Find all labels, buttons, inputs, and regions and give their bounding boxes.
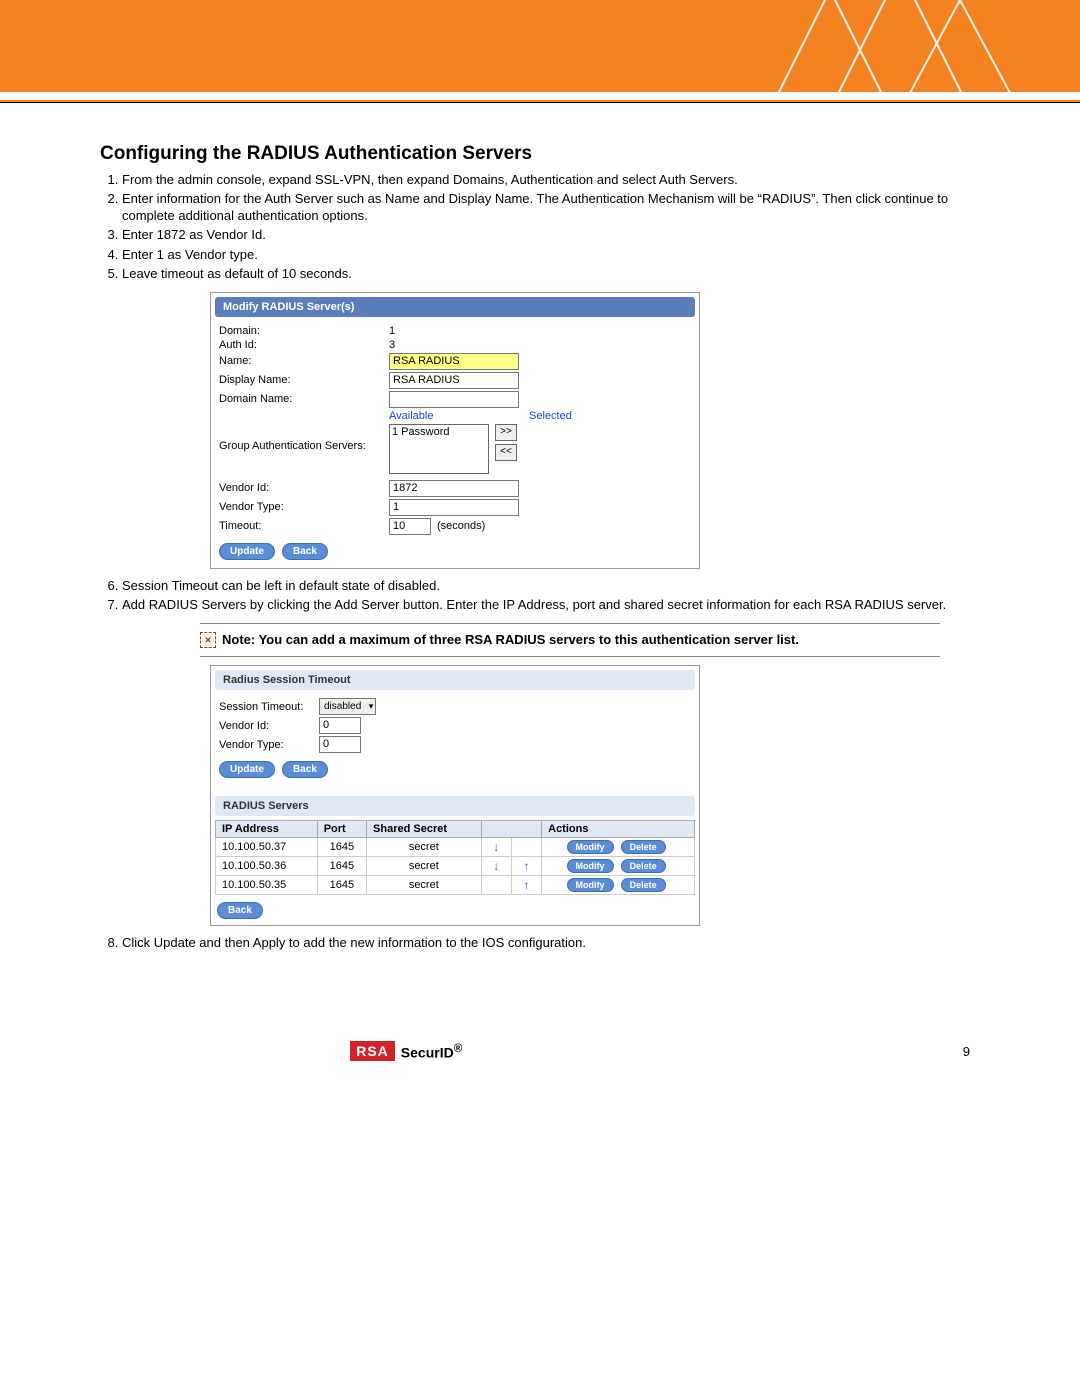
th-ip: IP Address	[216, 821, 318, 838]
session-timeout-label: Session Timeout:	[219, 701, 319, 713]
rsa-mark: RSA	[350, 1041, 395, 1061]
page-title: Configuring the RADIUS Authentication Se…	[100, 143, 970, 165]
name-label: Name:	[219, 355, 389, 367]
steps-list-2: Session Timeout can be left in default s…	[122, 577, 970, 613]
modify-button[interactable]: Modify	[567, 859, 614, 873]
available-header: Available	[389, 410, 489, 422]
domain-label: Domain:	[219, 325, 389, 337]
back-button[interactable]: Back	[282, 543, 328, 560]
radius-servers-table: IP Address Port Shared Secret Actions 10…	[215, 820, 695, 895]
session-servers-panel: Radius Session Timeout Session Timeout: …	[210, 665, 700, 926]
vendortype-label: Vendor Type:	[219, 501, 389, 513]
move-down-icon[interactable]: ↓	[491, 859, 501, 873]
delete-button[interactable]: Delete	[621, 859, 666, 873]
cell-port: 1645	[317, 838, 366, 857]
cell-ip: 10.100.50.35	[216, 876, 318, 895]
securid-text: SecurID	[401, 1045, 454, 1061]
vendorid-input[interactable]: 0	[319, 717, 361, 734]
delete-button[interactable]: Delete	[621, 840, 666, 854]
selected-header: Selected	[529, 410, 572, 422]
note-rule-bottom	[200, 656, 940, 657]
session-timeout-select[interactable]: disabled	[319, 698, 376, 715]
update-button[interactable]: Update	[219, 761, 275, 778]
modify-button[interactable]: Modify	[567, 878, 614, 892]
panel-title: Radius Session Timeout	[215, 670, 695, 690]
cell-secret: secret	[367, 857, 482, 876]
table-row: 10.100.50.361645secret ↓ ↑ Modify Delete	[216, 857, 695, 876]
vendortype-label: Vendor Type:	[219, 739, 319, 751]
page-content: Configuring the RADIUS Authentication Se…	[0, 103, 1080, 951]
timeout-suffix: (seconds)	[437, 520, 485, 532]
delete-button[interactable]: Delete	[621, 878, 666, 892]
cell-ip: 10.100.50.36	[216, 857, 318, 876]
cell-ip: 10.100.50.37	[216, 838, 318, 857]
steps-list-1: From the admin console, expand SSL-VPN, …	[122, 171, 970, 282]
authid-label: Auth Id:	[219, 339, 389, 351]
cell-secret: secret	[367, 876, 482, 895]
note-block: ✕ Note: You can add a maximum of three R…	[200, 623, 940, 657]
vendorid-input[interactable]: 1872	[389, 480, 519, 497]
vendortype-input[interactable]: 1	[389, 499, 519, 516]
th-secret: Shared Secret	[367, 821, 482, 838]
authid-value: 3	[389, 339, 395, 351]
th-port: Port	[317, 821, 366, 838]
note-icon: ✕	[200, 632, 216, 648]
modify-button[interactable]: Modify	[567, 840, 614, 854]
step-item: Click Update and then Apply to add the n…	[122, 934, 970, 951]
cell-port: 1645	[317, 876, 366, 895]
step-item: Session Timeout can be left in default s…	[122, 577, 970, 594]
note-rule-top	[200, 623, 940, 624]
display-name-label: Display Name:	[219, 374, 389, 386]
vendortype-input[interactable]: 0	[319, 736, 361, 753]
move-down-icon[interactable]: ↓	[491, 840, 501, 854]
steps-list-3: Click Update and then Apply to add the n…	[122, 934, 970, 951]
name-input[interactable]: RSA RADIUS	[389, 353, 519, 370]
page-number: 9	[963, 1044, 970, 1059]
panel-title: Modify RADIUS Server(s)	[215, 297, 695, 317]
move-up-icon[interactable]: ↑	[521, 878, 531, 892]
th-actions: Actions	[542, 821, 695, 838]
timeout-input[interactable]: 10	[389, 518, 431, 535]
note-text: Note: You can add a maximum of three RSA…	[222, 632, 799, 647]
update-button[interactable]: Update	[219, 543, 275, 560]
move-right-button[interactable]: >>	[495, 424, 517, 441]
modify-radius-panel: Modify RADIUS Server(s) Domain: 1 Auth I…	[210, 292, 700, 569]
domain-name-label: Domain Name:	[219, 393, 389, 405]
move-up-icon[interactable]: ↑	[521, 859, 531, 873]
domain-name-input[interactable]	[389, 391, 519, 408]
cell-port: 1645	[317, 857, 366, 876]
available-listbox[interactable]: 1 Password	[389, 424, 489, 474]
move-left-button[interactable]: <<	[495, 444, 517, 461]
step-item: From the admin console, expand SSL-VPN, …	[122, 171, 970, 188]
step-item: Add RADIUS Servers by clicking the Add S…	[122, 596, 970, 613]
header-band	[0, 0, 1080, 92]
back-button[interactable]: Back	[217, 902, 263, 919]
step-item: Leave timeout as default of 10 seconds.	[122, 265, 970, 282]
back-button[interactable]: Back	[282, 761, 328, 778]
panel-title: RADIUS Servers	[215, 796, 695, 816]
registered-mark: ®	[454, 1042, 463, 1055]
page-footer: RSA SecurID® 9	[0, 1041, 1080, 1101]
header-mountains-graphic	[750, 0, 1050, 92]
step-item: Enter information for the Auth Server su…	[122, 190, 970, 224]
list-item[interactable]: 1 Password	[392, 426, 486, 438]
domain-value: 1	[389, 325, 395, 337]
step-item: Enter 1872 as Vendor Id.	[122, 226, 970, 243]
timeout-label: Timeout:	[219, 520, 389, 532]
gas-label: Group Authentication Servers:	[219, 424, 389, 452]
table-row: 10.100.50.351645secret ↑ Modify Delete	[216, 876, 695, 895]
step-item: Enter 1 as Vendor type.	[122, 246, 970, 263]
cell-secret: secret	[367, 838, 482, 857]
vendorid-label: Vendor Id:	[219, 720, 319, 732]
display-name-input[interactable]: RSA RADIUS	[389, 372, 519, 389]
vendorid-label: Vendor Id:	[219, 482, 389, 494]
rsa-securid-logo: RSA SecurID®	[350, 1041, 462, 1061]
table-row: 10.100.50.371645secret ↓ Modify Delete	[216, 838, 695, 857]
